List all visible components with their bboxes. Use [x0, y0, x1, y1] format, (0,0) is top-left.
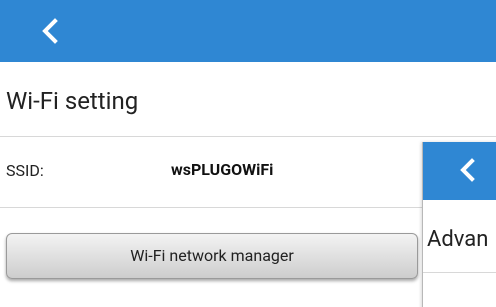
divider [0, 136, 496, 137]
panel-divider [423, 272, 496, 273]
wifi-network-manager-button[interactable]: Wi-Fi network manager [6, 233, 418, 279]
ssid-value: wsPLUGOWiFi [171, 160, 274, 179]
page-title: Wi-Fi setting [6, 87, 139, 115]
panel-back-button[interactable] [457, 158, 479, 182]
top-app-bar [0, 0, 496, 62]
panel-top-app-bar [423, 142, 496, 200]
ssid-label: SSID: [6, 161, 44, 180]
advanced-panel: Advan [422, 142, 496, 307]
divider [0, 207, 422, 208]
panel-title: Advan [427, 227, 489, 252]
back-button[interactable] [38, 18, 62, 44]
chevron-left-icon [460, 158, 475, 182]
wifi-setting-screen: Wi-Fi setting SSID: wsPLUGOWiFi Wi-Fi ne… [0, 0, 496, 307]
chevron-left-icon [42, 18, 58, 44]
